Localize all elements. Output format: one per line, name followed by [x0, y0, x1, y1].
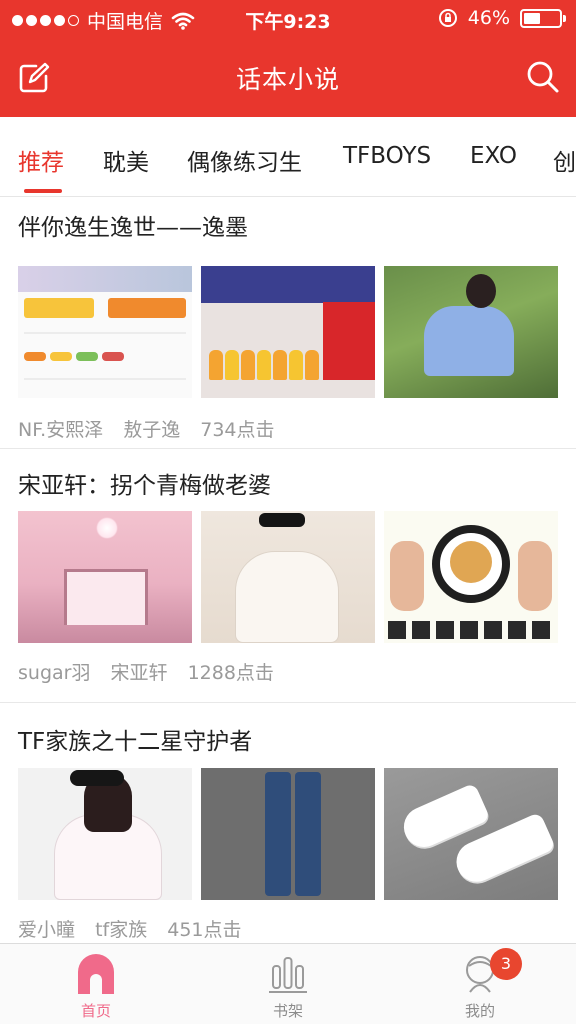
bookshelf-icon — [269, 957, 307, 993]
page-title: 话本小说 — [235, 65, 340, 94]
post-tag[interactable]: tf家族 — [95, 919, 147, 941]
post-clicks: 451点击 — [167, 919, 242, 941]
nav-home-label: 首页 — [80, 1002, 111, 1020]
thumbnail-image — [201, 266, 375, 398]
rotation-lock-icon — [438, 9, 457, 27]
post-thumbnails — [18, 768, 558, 900]
battery-percent: 46% — [467, 7, 510, 29]
nav-bookshelf[interactable]: 书架 — [228, 944, 348, 1024]
post-author[interactable]: NF.安熙泽 — [18, 419, 103, 441]
bottom-tab-bar: 首页 书架 3 我的 — [0, 943, 576, 1024]
divider — [0, 448, 576, 449]
post-title[interactable]: TF家族之十二星守护者 — [18, 722, 252, 756]
status-bar: 中国电信 下午9:23 46% — [0, 0, 576, 38]
thumbnail-image — [18, 768, 192, 900]
post-tag[interactable]: 宋亚轩 — [111, 662, 168, 684]
post-meta: sugar羽 宋亚轩 1288点击 — [18, 658, 288, 685]
post-title[interactable]: 伴你逸生逸世——逸墨 — [18, 208, 248, 242]
tab-tfboys[interactable]: TFBOYS — [343, 143, 431, 169]
search-icon[interactable] — [526, 60, 560, 94]
post-thumbnails — [18, 266, 558, 398]
active-tab-indicator — [24, 189, 62, 193]
home-icon — [78, 954, 114, 994]
divider — [0, 702, 576, 703]
thumbnail-image — [18, 266, 192, 398]
thumbnail-image — [384, 266, 558, 398]
post-author[interactable]: sugar羽 — [18, 662, 90, 684]
thumbnail-image — [201, 511, 375, 643]
tab-idol-trainee[interactable]: 偶像练习生 — [187, 143, 302, 177]
tab-recommend[interactable]: 推荐 — [18, 143, 64, 177]
notification-badge: 3 — [490, 948, 522, 980]
post-tag[interactable]: 敖子逸 — [123, 419, 180, 441]
battery-fill — [524, 12, 540, 24]
nav-bar: 话本小说 — [0, 38, 576, 117]
post-clicks: 1288点击 — [187, 662, 274, 684]
battery-icon — [520, 8, 566, 28]
app-header: 中国电信 下午9:23 46% 话本小说 — [0, 0, 576, 117]
post-clicks: 734点击 — [200, 419, 275, 441]
thumbnail-image — [18, 511, 192, 643]
nav-profile-label: 我的 — [464, 1002, 495, 1020]
thumbnail-image — [384, 768, 558, 900]
post-card[interactable]: 伴你逸生逸世——逸墨 NF.安熙泽 敖子逸 734点击 — [0, 208, 576, 448]
status-right: 46% — [438, 7, 566, 29]
tab-create[interactable]: 创 — [553, 143, 576, 177]
nav-home[interactable]: 首页 — [36, 944, 156, 1024]
thumbnail-image — [384, 511, 558, 643]
tab-exo[interactable]: EXO — [470, 143, 517, 169]
post-title[interactable]: 宋亚轩：拐个青梅做老婆 — [18, 466, 271, 500]
post-author[interactable]: 爱小瞳 — [18, 919, 75, 941]
category-tabs: 推荐 耽美 偶像练习生 TFBOYS EXO 创 — [0, 117, 576, 197]
tab-danmei[interactable]: 耽美 — [103, 143, 149, 177]
thumbnail-image — [201, 768, 375, 900]
post-meta: 爱小瞳 tf家族 451点击 — [18, 915, 256, 942]
nav-bookshelf-label: 书架 — [272, 1002, 303, 1020]
post-thumbnails — [18, 511, 558, 643]
post-card[interactable]: TF家族之十二星守护者 爱小瞳 tf家族 451点击 — [0, 722, 576, 943]
post-meta: NF.安熙泽 敖子逸 734点击 — [18, 415, 289, 442]
nav-profile[interactable]: 3 我的 — [420, 944, 540, 1024]
post-card[interactable]: 宋亚轩：拐个青梅做老婆 sugar羽 宋亚轩 1288点击 — [0, 466, 576, 702]
